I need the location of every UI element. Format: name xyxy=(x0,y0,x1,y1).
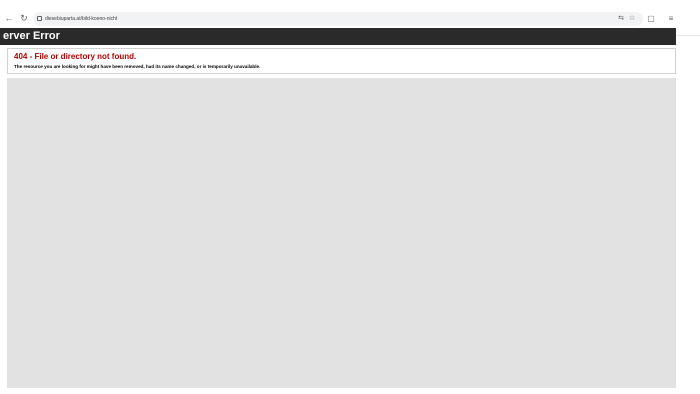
page-content-area xyxy=(7,78,676,388)
translate-icon[interactable]: ⇆ xyxy=(616,14,626,24)
extensions-button[interactable]: ▢ xyxy=(645,12,657,24)
reload-icon: ↻ xyxy=(20,12,28,23)
menu-icon: ≡ xyxy=(668,13,674,23)
site-info-icon[interactable] xyxy=(37,16,42,21)
error-header: erver Error xyxy=(0,28,676,45)
error-title: 404 - File or directory not found. xyxy=(14,52,137,61)
error-description: The resource you are looking for might h… xyxy=(14,64,261,69)
menu-button[interactable]: ≡ xyxy=(665,12,677,24)
extensions-icon: ▢ xyxy=(647,13,655,23)
url-text: diesebiuparta.at/bild-koeno-nicht xyxy=(45,16,118,22)
star-icon[interactable]: ☆ xyxy=(627,14,637,24)
error-message-box: 404 - File or directory not found. The r… xyxy=(7,48,676,74)
back-button[interactable]: ← xyxy=(3,12,15,24)
address-bar[interactable]: diesebiuparta.at/bild-koeno-nicht ⇆ ☆ xyxy=(33,12,643,26)
arrow-left-icon: ← xyxy=(4,13,14,23)
reload-button[interactable]: ↻ xyxy=(18,12,30,24)
